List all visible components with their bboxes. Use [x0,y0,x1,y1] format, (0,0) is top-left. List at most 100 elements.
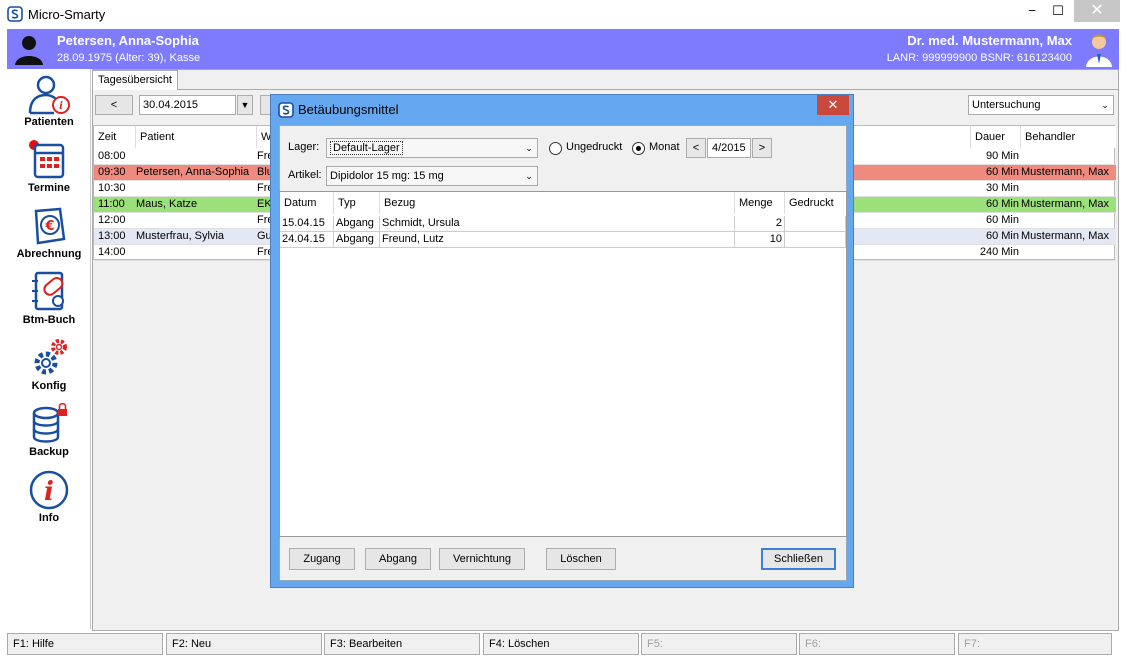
month-next-button[interactable]: > [752,138,772,158]
cell-menge: 10 [735,232,785,248]
cell-zeit: 10:30 [98,182,126,194]
sidebar-label: Konfig [31,380,67,392]
cell-dauer: 60 Min [985,214,1019,226]
column-header-typ[interactable]: Typ [334,192,380,214]
cell-bezug: Schmidt, Ursula [380,216,735,232]
cell-behandler [1021,213,1113,228]
betaeubungsmittel-dialog: Betäubungsmittel ✕ Lager: Default-Lager … [270,94,854,588]
cell-patient [136,181,256,196]
cell-was: Fre [257,182,271,194]
cell-was: Gu [257,230,271,242]
prev-day-button[interactable]: < [95,95,133,115]
vernichtung-button[interactable]: Vernichtung [439,548,525,570]
patient-name[interactable]: Petersen, Anna-Sophia [57,33,199,48]
patient-header: Petersen, Anna-Sophia 28.09.1975 (Alter:… [7,29,1119,69]
f1-help-button[interactable]: F1: Hilfe [7,633,163,655]
radio-ungedruckt[interactable] [549,142,562,155]
cell-typ: Abgang [334,216,380,232]
schliessen-button[interactable]: Schließen [761,548,836,570]
calendar-icon [29,140,65,179]
patient-icon: i [28,75,70,115]
close-window-button[interactable]: ✕ [1074,0,1120,22]
sidebar-label: Btm-Buch [22,314,76,326]
cell-gedruckt [785,216,846,232]
svg-text:€: € [44,219,54,234]
artikel-dropdown[interactable]: Dipidolor 15 mg: 15 mg ⌄ [326,166,538,186]
table-row[interactable]: 15.04.15 Abgang Schmidt, Ursula 2 [280,216,846,232]
doctor-info: LANR: 999999900 BSNR: 616123400 [886,52,1072,64]
column-header-patient[interactable]: Patient [136,126,257,148]
month-prev-button[interactable]: < [686,138,706,158]
column-header-dauer[interactable]: Dauer [971,126,1021,148]
doctor-name[interactable]: Dr. med. Mustermann, Max [907,33,1072,48]
app-logo-icon [278,102,294,118]
column-header-behandler[interactable]: Behandler [1021,126,1116,148]
cell-typ: Abgang [334,232,380,248]
cell-datum: 15.04.15 [280,216,334,232]
cell-zeit: 14:00 [98,246,126,258]
filter-dropdown[interactable]: Untersuchung ⌄ [968,95,1114,115]
cell-was: EKG [257,198,271,210]
cell-behandler: Mustermann, Max [1021,166,1110,178]
cell-patient [136,149,256,164]
f5-button[interactable]: F5: [641,633,797,655]
cell-behandler: Mustermann, Max [1021,198,1110,210]
radio-ungedruckt-label[interactable]: Ungedruckt [566,141,622,153]
doctor-avatar-icon [1086,34,1112,67]
cell-behandler [1021,149,1113,164]
lager-label: Lager: [288,141,320,153]
f2-new-button[interactable]: F2: Neu [166,633,322,655]
sidebar-item-patienten[interactable]: i Patienten [7,73,91,128]
cell-zeit: 09:30 [98,166,126,178]
sidebar-item-info[interactable]: i Info [7,469,91,524]
chevron-down-icon: ⌄ [525,143,533,153]
sidebar-item-abrechnung[interactable]: € Abrechnung [7,205,91,260]
sidebar-item-btm-buch[interactable]: Btm-Buch [7,271,91,326]
tab-tagesuebersicht[interactable]: Tagesübersicht [92,70,178,90]
cell-dauer: 30 Min [985,182,1019,194]
sidebar-label: Abrechnung [16,248,82,260]
cell-zeit: 08:00 [98,150,126,162]
radio-monat-label[interactable]: Monat [649,141,680,153]
cell-zeit: 12:00 [98,214,126,226]
sidebar-item-termine[interactable]: Termine [7,139,91,194]
column-header-bezug[interactable]: Bezug [380,192,735,214]
table-row[interactable]: 24.04.15 Abgang Freund, Lutz 10 [280,232,846,248]
lager-dropdown[interactable]: Default-Lager ⌄ [326,138,538,158]
column-header-datum[interactable]: Datum [280,192,334,214]
f7-button[interactable]: F7: [958,633,1112,655]
chevron-down-icon: ⌄ [1101,100,1109,110]
f3-edit-button[interactable]: F3: Bearbeiten [324,633,480,655]
f4-delete-button[interactable]: F4: Löschen [483,633,639,655]
maximize-button[interactable]: ☐ [1044,0,1072,22]
month-field[interactable]: 4/2015 [707,138,751,158]
function-key-bar: F1: Hilfe F2: Neu F3: Bearbeiten F4: Lös… [7,633,1119,655]
cell-patient [136,245,256,260]
sidebar-item-backup[interactable]: Backup [7,403,91,458]
cell-patient [136,213,256,228]
sidebar-item-konfig[interactable]: Konfig [7,337,91,392]
date-dropdown-button[interactable]: ▼ [237,95,253,115]
cell-menge: 2 [735,216,785,232]
radio-monat[interactable] [632,142,645,155]
zugang-button[interactable]: Zugang [289,548,355,570]
cell-bezug: Freund, Lutz [380,232,735,248]
billing-icon: € [34,207,66,245]
loeschen-button[interactable]: Löschen [546,548,616,570]
cell-datum: 24.04.15 [280,232,334,248]
svg-text:i: i [44,477,54,507]
sidebar: i Patienten Termine € Abrechnung Btm-Buc… [7,69,91,629]
f6-button[interactable]: F6: [799,633,955,655]
sidebar-label: Info [38,512,60,524]
minimize-button[interactable]: − [1018,0,1046,22]
dialog-close-button[interactable]: ✕ [817,95,849,115]
column-header-menge[interactable]: Menge [735,192,785,214]
column-header-gedruckt[interactable]: Gedruckt [785,192,846,214]
column-header-zeit[interactable]: Zeit [94,126,136,148]
svg-text:i: i [59,101,63,112]
dialog-title: Betäubungsmittel [298,102,399,117]
abgang-button[interactable]: Abgang [365,548,431,570]
cell-gedruckt [785,232,846,248]
date-field[interactable]: 30.04.2015 [139,95,236,115]
cell-behandler: Mustermann, Max [1021,230,1110,242]
